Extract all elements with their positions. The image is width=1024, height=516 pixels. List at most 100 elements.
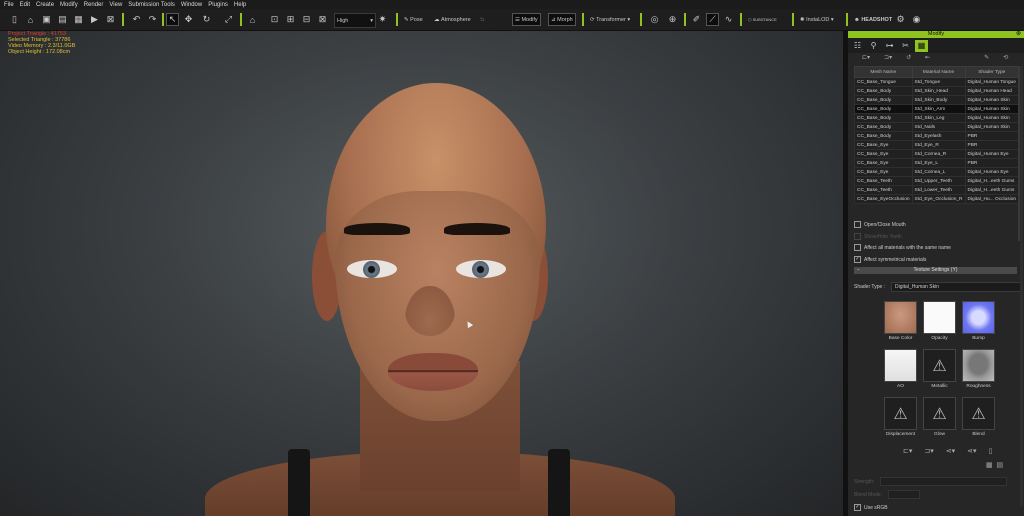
modify-button[interactable]: ☰ Modify	[512, 13, 541, 26]
texture-slot-base-color[interactable]: Base Color	[884, 301, 917, 341]
metallic-warning-icon[interactable]: ⚠	[923, 349, 956, 382]
globe-icon[interactable]: ◉	[910, 13, 923, 26]
affect-same-name-toggle[interactable]: Affect all materials with the same name	[854, 244, 951, 251]
table-row[interactable]: CC_Base_Body Std_Skin_Head Digital_Human H…	[854, 86, 1020, 96]
tab-appearance-icon[interactable]: ✂	[899, 40, 912, 52]
panel-close-icon[interactable]: ⊗	[1016, 31, 1021, 38]
opacity-thumbnail[interactable]	[923, 301, 956, 334]
bake-tool-icon[interactable]: ⊕	[666, 13, 679, 26]
menu-plugins[interactable]: Plugins	[208, 2, 228, 8]
glow-warning-icon[interactable]: ⚠	[923, 397, 956, 430]
headshot-button[interactable]: ☻ HEADSHOT	[852, 13, 894, 26]
menu-render[interactable]: Render	[84, 2, 104, 8]
bump-thumbnail[interactable]	[962, 301, 995, 334]
tab-motion-icon[interactable]: ⚲	[867, 40, 880, 52]
tab-material-icon[interactable]: ▦	[915, 39, 928, 52]
tab-morph-slider-icon[interactable]: ⊶	[883, 40, 896, 52]
curve-tool-icon[interactable]: ∿	[722, 13, 735, 26]
material-refresh-icon[interactable]: ⟲	[1003, 54, 1008, 61]
table-row[interactable]: CC_Base_Tongue Std_Tongue Digital_Human To…	[854, 77, 1020, 87]
texture-link-icon[interactable]: ⋖▾	[967, 447, 976, 455]
shader-type-select[interactable]: Digital_Human Skin	[891, 282, 1022, 292]
table-row[interactable]: CC_Base_Body Std_Skin_Body Digital_Human S…	[854, 95, 1020, 105]
panel-scrollbar[interactable]	[1020, 66, 1023, 506]
table-row[interactable]: CC_Base_Body Std_Skin_Leg Digital_Human Sk…	[854, 113, 1020, 123]
table-row[interactable]: CC_Base_Body Std_Eyelash PBR	[854, 131, 1020, 141]
substance-button[interactable]: ⬡ SUBSTANCE	[746, 13, 779, 26]
texture-slot-blend[interactable]: ⚠ Blend	[962, 397, 995, 437]
material-copy-icon[interactable]: ⇤	[925, 54, 930, 61]
affect-symmetrical-checkbox[interactable]: ✓	[854, 256, 861, 263]
table-row[interactable]: CC_Base_Teeth Std_Upper_Teeth Digital_H...…	[854, 176, 1020, 186]
table-row[interactable]: CC_Base_Eye Std_Cornea_L Digital_Human Eye	[854, 167, 1020, 177]
material-reset-icon[interactable]: ↺	[906, 54, 911, 61]
morph-button[interactable]: ⊿ Morph	[548, 13, 576, 26]
texture-slot-displacement[interactable]: ⚠ Displacement	[884, 397, 917, 437]
menu-view[interactable]: View	[109, 2, 122, 8]
texture-save-icon[interactable]: ⊐▾	[924, 447, 933, 455]
texture-slot-ao[interactable]: AO	[884, 349, 917, 389]
col-shader-type[interactable]: Shader Type	[964, 66, 1020, 78]
table-row[interactable]: CC_Base_Eye Std_Eye_L PBR	[854, 158, 1020, 168]
open-close-mouth-checkbox[interactable]	[854, 221, 861, 228]
texture-grid-icon[interactable]: ▦	[986, 462, 993, 469]
ao-thumbnail[interactable]	[884, 349, 917, 382]
redo-icon[interactable]: ↷	[146, 13, 159, 26]
menu-help[interactable]: Help	[234, 2, 246, 8]
menu-submission-tools[interactable]: Submission Tools	[128, 2, 175, 8]
texture-settings-header[interactable]: − Texture Settings (Y)	[854, 267, 1017, 274]
home-camera-icon[interactable]: ⌂	[246, 13, 259, 26]
texture-load-icon[interactable]: ⊏▾	[903, 447, 912, 455]
col-mesh-name[interactable]: Mesh Name	[854, 66, 913, 78]
undo-icon[interactable]: ↶	[130, 13, 143, 26]
new-file-icon[interactable]: ▯	[8, 13, 21, 26]
texture-slot-metallic[interactable]: ⚠ Metallic	[923, 349, 956, 389]
menu-file[interactable]: File	[4, 2, 14, 8]
transformer-button[interactable]: ⟳ Transformer ▾	[588, 13, 632, 26]
pose-button[interactable]: ✎ Pose	[402, 13, 425, 26]
scale-tool-icon[interactable]: ⤢	[222, 13, 235, 26]
affect-same-name-checkbox[interactable]	[854, 244, 861, 251]
table-row[interactable]: CC_Base_Teeth Std_Lower_Teeth Digital_H...…	[854, 185, 1020, 195]
col-material-name[interactable]: Material Name	[911, 66, 966, 78]
menu-create[interactable]: Create	[36, 2, 54, 8]
displacement-warning-icon[interactable]: ⚠	[884, 397, 917, 430]
texture-slot-bump[interactable]: Bump	[962, 301, 995, 341]
menu-window[interactable]: Window	[181, 2, 202, 8]
table-row[interactable]: CC_Base_EyeOcclusion Std_Eye_Occlusion_R D…	[854, 194, 1020, 204]
texture-delete-icon[interactable]: ▯	[989, 447, 993, 455]
move-tool-icon[interactable]: ✥	[182, 13, 195, 26]
settings-icon[interactable]: ⚙	[894, 13, 907, 26]
texture-slot-glow[interactable]: ⚠ Glow	[923, 397, 956, 437]
frame-selected-icon[interactable]: ⊡	[268, 13, 281, 26]
table-row[interactable]: CC_Base_Eye Std_Cornea_R Digital_Human Eye	[854, 149, 1020, 159]
menu-modify[interactable]: Modify	[60, 2, 78, 8]
brush-tool-icon[interactable]: ✐	[690, 13, 703, 26]
blend-warning-icon[interactable]: ⚠	[962, 397, 995, 430]
material-pick-icon[interactable]: ✎	[984, 54, 989, 61]
frame-all-icon[interactable]: ⊞	[284, 13, 297, 26]
instalod-button[interactable]: ✺ InstaLOD ▾	[798, 13, 836, 26]
base-color-thumbnail[interactable]	[884, 301, 917, 334]
select-tool-icon[interactable]: ↖	[166, 13, 179, 26]
material-load-icon[interactable]: ⊏▾	[862, 54, 870, 61]
render-quality-select[interactable]: High ▾	[334, 13, 376, 28]
tab-attributes-icon[interactable]: ☷	[851, 40, 864, 52]
sculpt-tool-icon[interactable]: ⟋	[706, 13, 719, 26]
save-icon[interactable]: ▣	[40, 13, 53, 26]
use-srgb-checkbox[interactable]: ✓	[854, 504, 861, 511]
camera-fit-icon[interactable]: ⊟	[300, 13, 313, 26]
texture-share-icon[interactable]: ⋖▾	[946, 447, 955, 455]
table-row[interactable]: CC_Base_Eye Std_Eye_R PBR	[854, 140, 1020, 150]
atmosphere-button[interactable]: ☁ Atmosphere	[432, 13, 473, 26]
table-row[interactable]: CC_Base_Body Std_Skin_Arm Digital_Human Sk…	[854, 104, 1020, 114]
3d-viewport[interactable]: Project Triangle : 41753 Selected Triang…	[0, 31, 843, 516]
roughness-thumbnail[interactable]	[962, 349, 995, 382]
texture-list-icon[interactable]: ▤	[997, 462, 1004, 469]
open-close-mouth-toggle[interactable]: Open/Close Mouth	[854, 221, 906, 228]
send-icon[interactable]: ▶	[88, 13, 101, 26]
table-row[interactable]: CC_Base_Body Std_Nails Digital_Human Skin	[854, 122, 1020, 132]
texture-slot-roughness[interactable]: Roughness	[962, 349, 995, 389]
use-srgb-toggle[interactable]: ✓ Use sRGB	[854, 504, 888, 511]
open-folder-icon[interactable]: ⌂	[24, 13, 37, 26]
